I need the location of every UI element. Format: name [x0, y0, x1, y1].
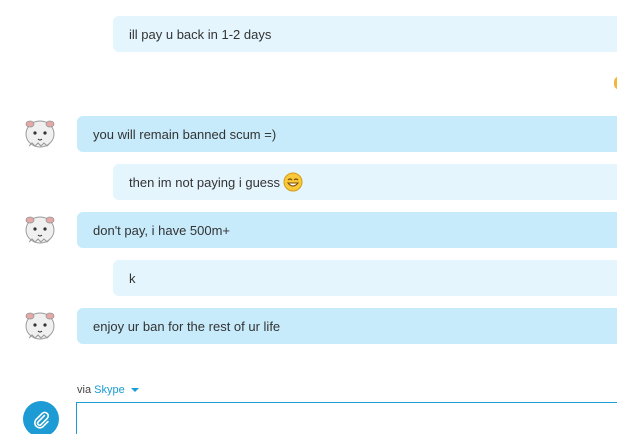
message-compose-input[interactable]	[76, 402, 617, 434]
smile-emoticon-icon	[283, 172, 303, 192]
sheep-avatar-icon[interactable]	[23, 115, 57, 149]
message-text: enjoy ur ban for the rest of ur life	[93, 318, 281, 334]
message-text: you will remain banned scum =)	[93, 126, 277, 142]
message-text: k	[129, 270, 136, 286]
message-bubble-incoming[interactable]: you will remain banned scum =)	[77, 116, 617, 152]
message-text: then im not paying i guess	[129, 174, 281, 190]
sheep-avatar-icon[interactable]	[23, 211, 57, 245]
via-service-label: via Skype	[77, 384, 139, 396]
message-bubble-incoming[interactable]: don't pay, i have 500m+	[77, 212, 617, 248]
chat-window: ill pay u back in 1-2 days you will rema…	[0, 0, 617, 434]
message-text: ill pay u back in 1-2 days	[129, 26, 272, 42]
attach-file-button[interactable]	[23, 401, 59, 434]
sheep-avatar-icon[interactable]	[23, 307, 57, 341]
caret-down-icon[interactable]	[130, 388, 139, 393]
message-bubble-outgoing[interactable]: ill pay u back in 1-2 days	[113, 16, 617, 52]
service-selector-link[interactable]: Skype	[94, 384, 125, 396]
message-bubble-outgoing[interactable]: then im not paying i guess	[113, 164, 617, 200]
paperclip-icon	[34, 411, 50, 429]
message-text: don't pay, i have 500m+	[93, 222, 231, 238]
message-bubble-incoming[interactable]: enjoy ur ban for the rest of ur life	[77, 308, 617, 344]
via-label: via	[77, 384, 92, 396]
message-bubble-outgoing[interactable]: k	[113, 260, 617, 296]
